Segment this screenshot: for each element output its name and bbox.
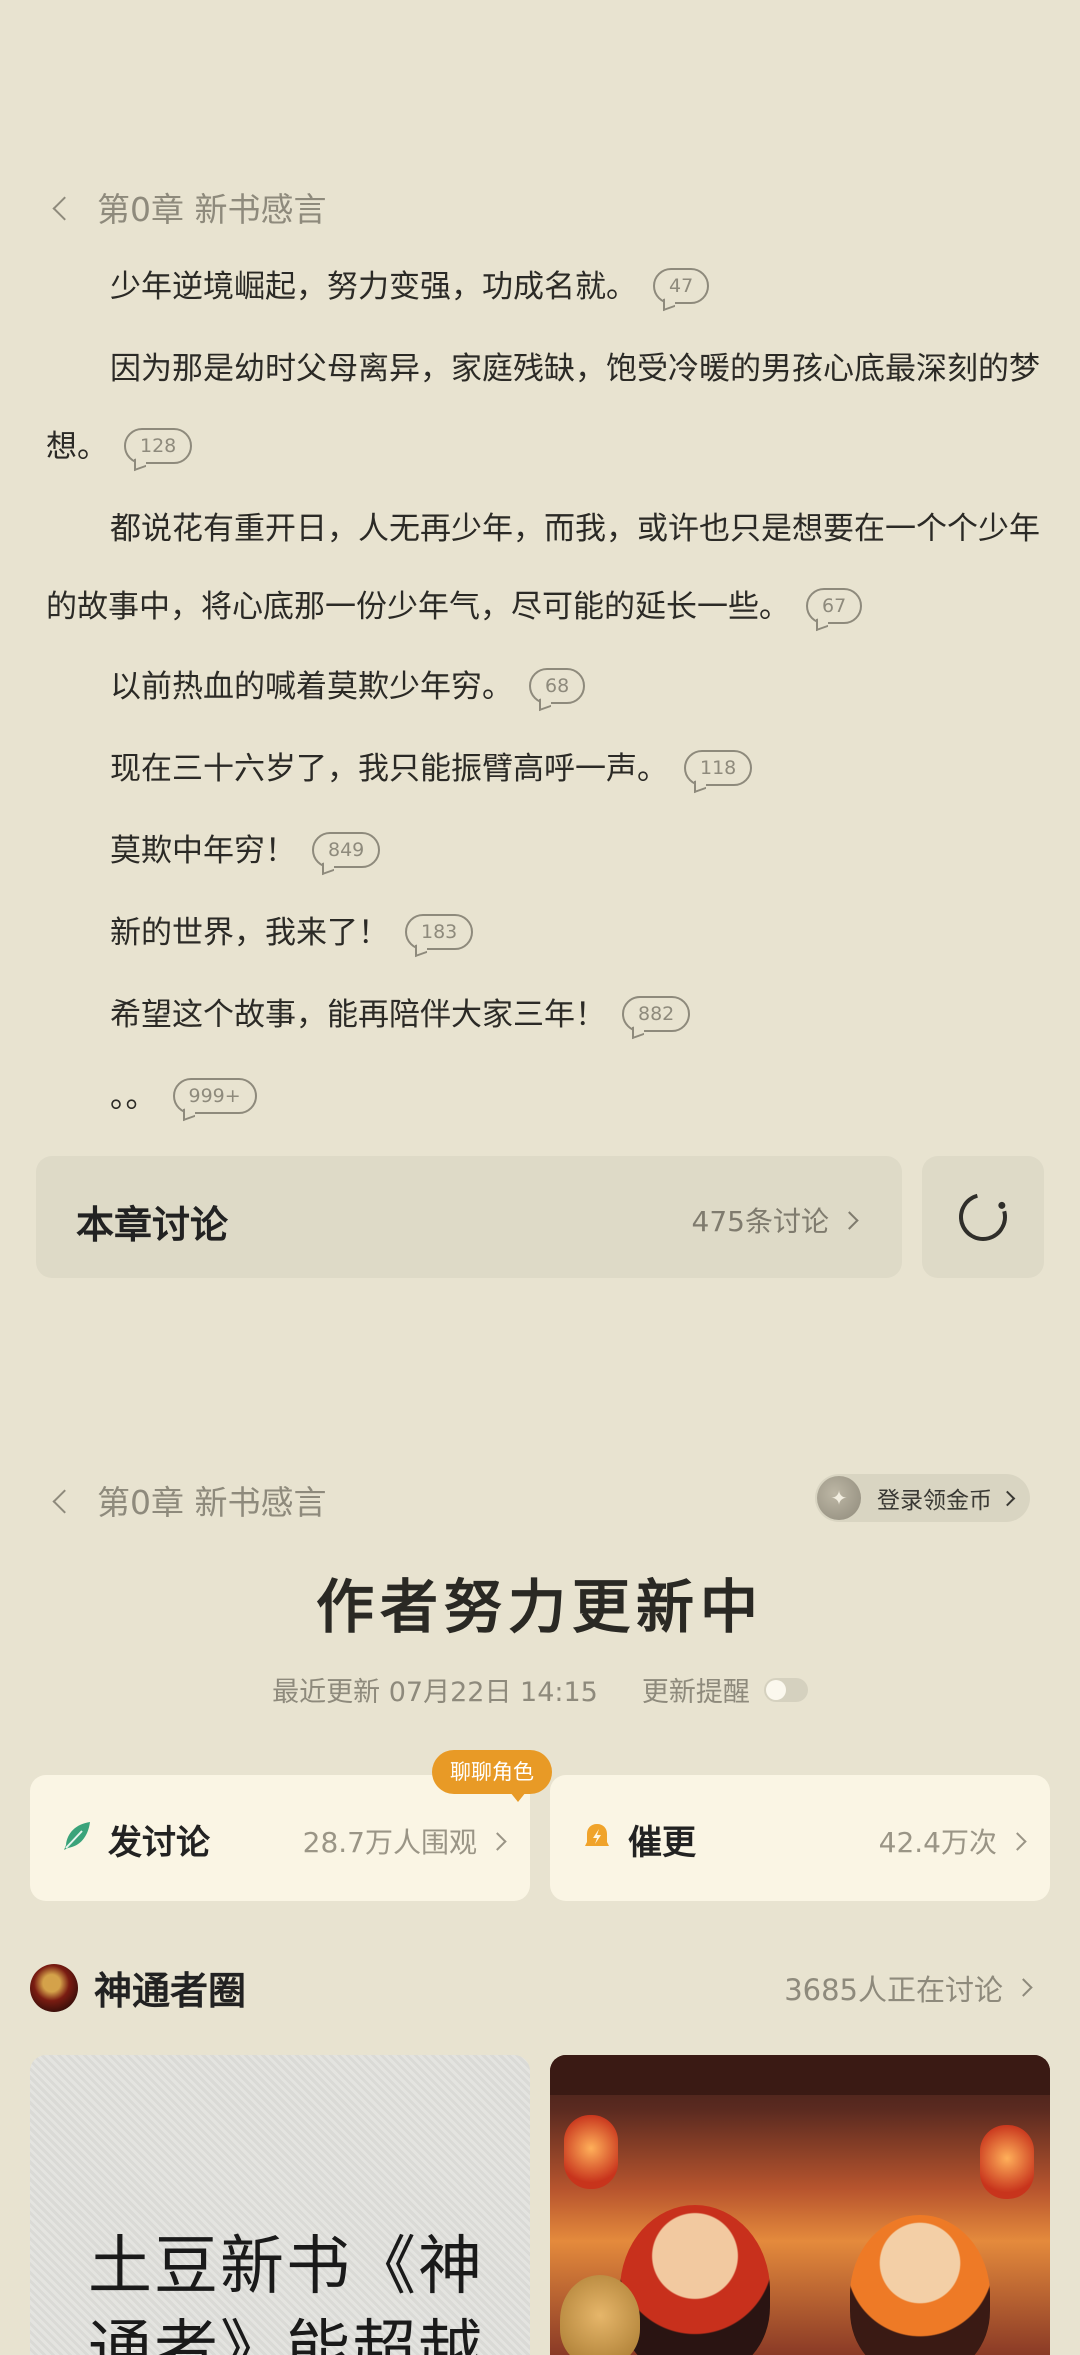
comment-count-bubble[interactable]: 47 (653, 267, 710, 304)
chapter-discussion-title: 本章讨论 (76, 1203, 229, 1247)
character-illustration (620, 2205, 770, 2355)
chapter-title: 第0章 新书感言 (97, 1483, 327, 1522)
paragraph-text: 都说花有重开日，人无再少年，而我，或许也只是想要在一个个少年的故事中，将心底那一… (46, 511, 1040, 625)
urge-update-card[interactable]: 催更 42.4万次 (550, 1775, 1050, 1901)
paragraph: 以前热血的喊着莫欺少年穷。 68 (46, 648, 1046, 726)
comment-count-bubble[interactable]: 999+ (172, 1077, 257, 1114)
paragraph: 。。 999+ (46, 1058, 1046, 1136)
chevron-right-icon (840, 1210, 859, 1230)
circle-avatar (30, 1963, 78, 2012)
paragraph-text: 少年逆境崛起，努力变强，功成名就。 (110, 269, 637, 305)
paragraph: 希望这个故事，能再陪伴大家三年！ 882 (46, 976, 1046, 1054)
comment-count-bubble[interactable]: 882 (622, 995, 691, 1032)
comment-count-bubble[interactable]: 183 (405, 913, 474, 950)
comment-count-bubble[interactable]: 68 (529, 667, 586, 704)
paragraph: 莫欺中年穷！ 849 (46, 812, 1046, 890)
back-chevron-icon[interactable] (52, 1488, 77, 1514)
back-chevron-icon[interactable] (52, 195, 77, 221)
circle-post-image-card[interactable] (550, 2055, 1050, 2355)
discussion-count-text: 475条讨论 (691, 1205, 829, 1238)
post-discussion-stat: 28.7万人围观 (302, 1821, 507, 1861)
comment-count-bubble[interactable]: 67 (806, 587, 863, 624)
paragraph-text: 新的世界，我来了！ (110, 915, 389, 951)
chapter-discussion-count: 475条讨论 (691, 1200, 859, 1240)
chapter-discussion-card[interactable]: 本章讨论 475条讨论 (36, 1156, 902, 1278)
paragraph: 少年逆境崛起，努力变强，功成名就。 47 (46, 248, 1046, 326)
paragraph-text: 现在三十六岁了，我只能振臂高呼一声。 (110, 751, 668, 787)
paragraph-text: 希望这个故事，能再陪伴大家三年！ (110, 997, 606, 1033)
chevron-right-icon (1014, 1978, 1033, 1997)
refresh-icon (950, 1184, 1016, 1250)
circle-count[interactable]: 3685人正在讨论 (784, 1967, 1033, 2009)
author-status-title: 作者努力更新中 (315, 1573, 764, 1641)
paragraph-text: 莫欺中年穷！ (110, 833, 296, 869)
character-illustration (850, 2215, 990, 2355)
paragraph-text: 。。 (110, 1079, 157, 1115)
coin-icon: ✦ (817, 1476, 861, 1520)
circle-count-text: 3685人正在讨论 (784, 1972, 1003, 2007)
chat-character-badge[interactable]: 聊聊角色 (432, 1750, 552, 1802)
paragraph-text: 因为那是幼时父母离异，家庭残缺，饱受冷暖的男孩心底最深刻的梦想。 (46, 351, 1040, 465)
lantern-image (980, 2125, 1034, 2199)
login-coins-label: 登录领金币 (877, 1488, 992, 1514)
bell-lightning-icon (585, 1824, 609, 1846)
circle-post-card[interactable]: 土豆新书《神通者》能超越 (30, 2055, 530, 2355)
last-update-label: 最近更新 07月22日 14:15 (272, 1677, 598, 1708)
urge-count: 42.4万次 (878, 1826, 997, 1859)
roof-beam-decoration (550, 2055, 1050, 2095)
chevron-right-icon (488, 1831, 507, 1851)
comment-count-bubble[interactable]: 849 (312, 831, 381, 868)
update-reminder-toggle[interactable] (763, 1677, 808, 1702)
chapter-header-2[interactable]: 第0章 新书感言 (52, 1476, 327, 1524)
paragraph: 因为那是幼时父母离异，家庭残缺，饱受冷暖的男孩心底最深刻的梦想。 128 (46, 330, 1046, 486)
urge-update-stat: 42.4万次 (878, 1821, 1027, 1861)
paragraph-text: 以前热血的喊着莫欺少年穷。 (110, 669, 513, 705)
chapter-title: 第0章 新书感言 (97, 190, 327, 229)
circle-title: 神通者圈 (94, 1969, 247, 2013)
potato-mascot-illustration (560, 2275, 640, 2355)
fan-circle-row[interactable]: 神通者圈 3685人正在讨论 (30, 1960, 1033, 2015)
paragraph: 都说花有重开日，人无再少年，而我，或许也只是想要在一个个少年的故事中，将心底那一… (46, 490, 1046, 646)
lantern-image (564, 2115, 618, 2189)
refresh-button[interactable] (922, 1156, 1044, 1278)
watchers-count: 28.7万人围观 (302, 1826, 477, 1859)
update-reminder-label: 更新提醒 (641, 1677, 750, 1708)
post-discussion-label: 发讨论 (108, 1823, 210, 1863)
comment-count-bubble[interactable]: 128 (124, 427, 193, 464)
login-coins-button[interactable]: ✦ 登录领金币 (815, 1474, 1030, 1522)
chapter-header[interactable]: 第0章 新书感言 (52, 183, 327, 231)
paragraph: 新的世界，我来了！ 183 (46, 894, 1046, 972)
urge-update-label: 催更 (628, 1823, 696, 1863)
feather-icon (64, 1822, 90, 1850)
post-title: 土豆新书《神通者》能超越 (88, 2230, 484, 2355)
chevron-right-icon (999, 1490, 1016, 1506)
comment-count-bubble[interactable]: 118 (684, 749, 753, 786)
paragraph: 现在三十六岁了，我只能振臂高呼一声。 118 (46, 730, 1046, 808)
update-info-row: 最近更新 07月22日 14:15 更新提醒 (0, 1670, 1080, 1709)
chevron-right-icon (1008, 1831, 1027, 1851)
